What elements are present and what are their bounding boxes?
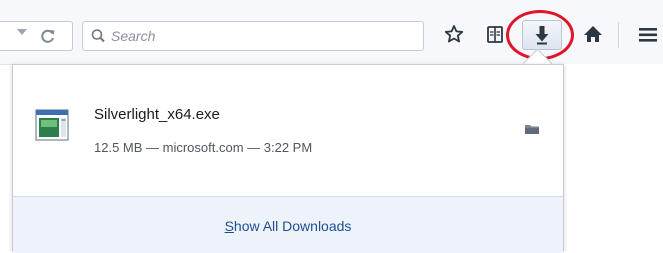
download-status: 12.5 MB — microsoft.com — 3:22 PM (94, 140, 313, 155)
navigation-toolbar: Search (0, 0, 663, 65)
show-all-downloads-label: how All Downloads (233, 218, 352, 234)
reload-icon[interactable] (39, 27, 57, 45)
home-icon[interactable] (580, 20, 606, 48)
toolbar-separator (618, 22, 619, 48)
url-bar[interactable] (0, 21, 73, 51)
bookmark-star-icon[interactable] (441, 20, 467, 48)
exe-file-icon (35, 109, 73, 143)
download-item[interactable]: Silverlight_x64.exe 12.5 MB — microsoft.… (13, 79, 563, 179)
show-all-downloads-button[interactable]: Show All Downloads (13, 218, 563, 234)
reading-list-icon[interactable] (482, 20, 508, 48)
downloads-panel: Silverlight_x64.exe 12.5 MB — microsoft.… (12, 64, 564, 253)
menu-icon[interactable] (635, 20, 661, 48)
page-background (564, 64, 663, 251)
folder-icon[interactable] (524, 122, 540, 136)
downloads-footer: Show All Downloads (13, 196, 563, 253)
download-file-name: Silverlight_x64.exe (94, 106, 220, 123)
search-placeholder: Search (111, 28, 156, 44)
dropmarker-icon[interactable] (17, 29, 27, 35)
search-icon (90, 28, 108, 44)
access-key-letter: S (224, 218, 234, 234)
search-box[interactable]: Search (82, 21, 424, 51)
